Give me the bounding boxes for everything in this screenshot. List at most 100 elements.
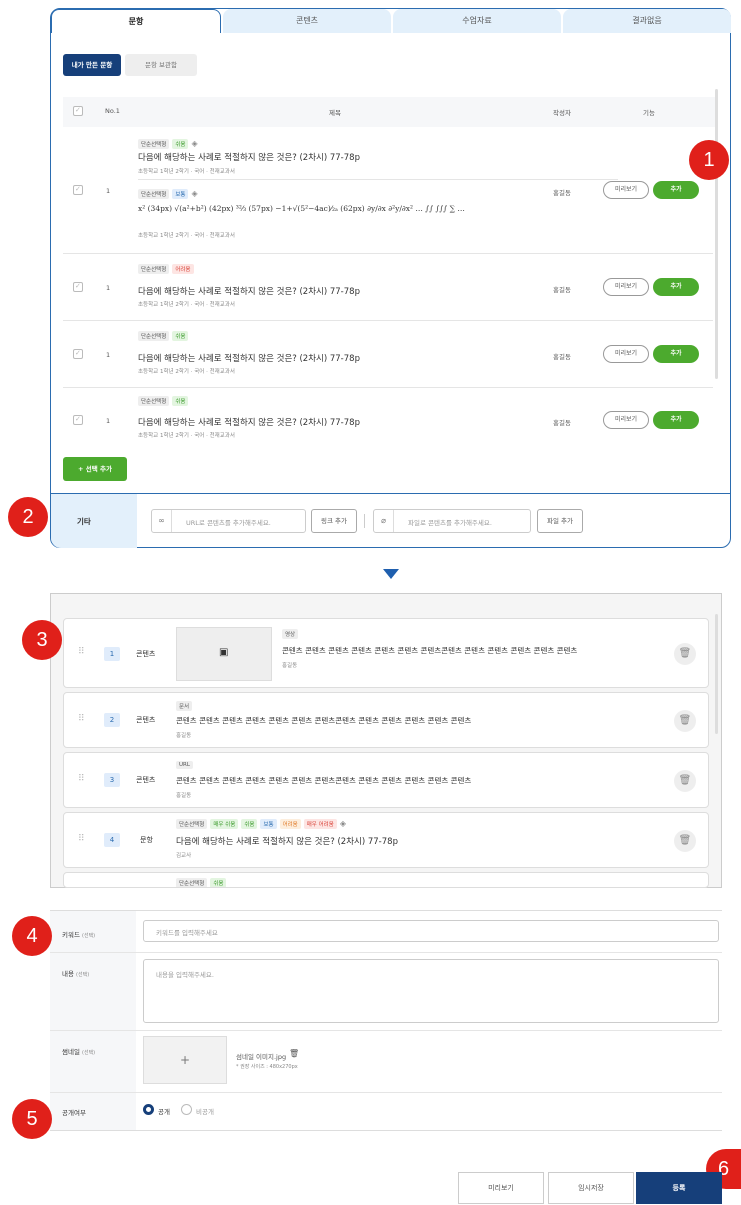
- drag-handle-icon[interactable]: ⠿: [78, 834, 85, 844]
- add-button[interactable]: 추가: [653, 181, 699, 199]
- table-row: 1 단순선택형쉬움 다음에 해당하는 사례로 적절하지 않은 것은? (2차시)…: [63, 388, 713, 450]
- row-number: 1: [106, 351, 111, 359]
- list-item: ⠿ 3 콘텐츠 URL 콘텐츠 콘텐츠 콘텐츠 콘텐츠 콘텐츠 콘텐츠 콘텐츠콘…: [63, 752, 709, 808]
- row-checkbox[interactable]: [73, 185, 83, 195]
- tab-questions[interactable]: 문항: [51, 9, 221, 33]
- add-selected-button[interactable]: + 선택 추가: [63, 457, 127, 481]
- content-author: 홍길동: [176, 733, 192, 739]
- item-number: 1: [104, 647, 120, 661]
- type-badge: 단순선택형: [176, 878, 208, 887]
- question-meta: 초등학교 1학년 2학기 · 국어 · 천재교과서: [138, 233, 235, 239]
- scrollbar[interactable]: [715, 89, 718, 379]
- item-type: 콘텐츠: [136, 650, 156, 658]
- author-name: 홍길동: [553, 286, 571, 294]
- math-formula-preview: x² (34px) √(a²+b²) (42px) ³²⁄₃ (57px) −1…: [138, 204, 465, 213]
- file-add-button[interactable]: 파일 추가: [537, 509, 583, 533]
- preview-button[interactable]: 미리보기: [458, 1172, 544, 1204]
- thumbnail-upload-button[interactable]: +: [143, 1036, 227, 1084]
- content-title: 콘텐츠 콘텐츠 콘텐츠 콘텐츠 콘텐츠 콘텐츠 콘텐츠콘텐츠 콘텐츠 콘텐츠 콘…: [176, 716, 472, 725]
- table-row: 1 단순선택형쉬움◈ 다음에 해당하는 사례로 적절하지 않은 것은? (2차시…: [63, 127, 713, 253]
- trash-icon[interactable]: 🗑: [674, 643, 696, 665]
- url-placeholder: URL로 콘텐츠를 추가해주세요.: [186, 519, 271, 527]
- preview-button[interactable]: 미리보기: [603, 345, 649, 363]
- level-badge: 어려움: [172, 264, 194, 274]
- preview-button[interactable]: 미리보기: [603, 411, 649, 429]
- keyword-placeholder: 키워드를 입력해주세요: [156, 929, 218, 937]
- thumbnail-filename: 섬네일 이미지.jpg: [236, 1053, 287, 1061]
- content-title: 콘텐츠 콘텐츠 콘텐츠 콘텐츠 콘텐츠 콘텐츠 콘텐츠콘텐츠 콘텐츠 콘텐츠 콘…: [176, 776, 472, 785]
- list-item: ⠿ 1 콘텐츠 ▣ 영상 콘텐츠 콘텐츠 콘텐츠 콘텐츠 콘텐츠 콘텐츠 콘텐츠…: [63, 618, 709, 688]
- drag-handle-icon[interactable]: ⠿: [78, 774, 85, 784]
- arrow-down-icon: [383, 569, 399, 579]
- question-title[interactable]: 다음에 해당하는 사례로 적절하지 않은 것은? (2차시) 77-78p: [138, 352, 360, 364]
- added-items-panel: ⠿ 1 콘텐츠 ▣ 영상 콘텐츠 콘텐츠 콘텐츠 콘텐츠 콘텐츠 콘텐츠 콘텐츠…: [50, 593, 722, 888]
- other-label-bg: 기타: [51, 494, 137, 548]
- register-button[interactable]: 등록: [636, 1172, 722, 1204]
- drag-handle-icon[interactable]: ⠿: [78, 714, 85, 724]
- content-textarea[interactable]: 내용을 입력해주세요.: [143, 959, 719, 1023]
- question-storage-button[interactable]: 문항 보관함: [125, 54, 197, 76]
- tab-contents[interactable]: 콘텐츠: [223, 9, 391, 33]
- temp-save-button[interactable]: 임시저장: [548, 1172, 634, 1204]
- level-badge: 매우 쉬움: [210, 819, 239, 829]
- add-button[interactable]: 추가: [653, 278, 699, 296]
- add-button[interactable]: 추가: [653, 345, 699, 363]
- author-name: 홍길동: [553, 353, 571, 361]
- trash-icon[interactable]: 🗑: [674, 830, 696, 852]
- public-radio[interactable]: [143, 1104, 154, 1115]
- content-tag: URL: [176, 761, 193, 769]
- form-label-column: [50, 911, 136, 1130]
- file-input[interactable]: ⌀ 파일로 콘텐츠를 추가해주세요.: [373, 509, 531, 533]
- level-badge: 보통: [172, 189, 189, 199]
- public-label: 공개여부: [62, 1109, 86, 1117]
- list-item: ⠿ 2 콘텐츠 문서 콘텐츠 콘텐츠 콘텐츠 콘텐츠 콘텐츠 콘텐츠 콘텐츠콘텐…: [63, 692, 709, 748]
- row-number: 1: [106, 284, 111, 292]
- layers-icon: ◈: [339, 819, 346, 828]
- table-header: No.1 제목 작성자 기능: [63, 97, 718, 127]
- trash-icon[interactable]: 🗑: [674, 770, 696, 792]
- row-checkbox[interactable]: [73, 349, 83, 359]
- badge-group: 단순선택형 매우 쉬움 쉬움 보통 어려움 매우 어려움 ◈: [176, 819, 346, 829]
- level-badge: 쉬움: [172, 331, 189, 341]
- private-radio[interactable]: [181, 1104, 192, 1115]
- type-badge: 단순선택형: [138, 139, 170, 149]
- preview-button[interactable]: 미리보기: [603, 181, 649, 199]
- question-title: 다음에 해당하는 사례로 적절하지 않은 것은? (2차시) 77-78p: [176, 837, 398, 847]
- keyword-input[interactable]: 키워드를 입력해주세요: [143, 920, 719, 942]
- item-number: 4: [104, 833, 120, 847]
- preview-button[interactable]: 미리보기: [603, 278, 649, 296]
- row-checkbox[interactable]: [73, 415, 83, 425]
- step-marker-4: 4: [12, 916, 52, 956]
- question-meta: 초등학교 1학년 2학기 · 국어 · 천재교과서: [138, 169, 235, 175]
- tab-no-results[interactable]: 결과없음: [563, 9, 731, 33]
- type-badge: 단순선택형: [138, 396, 170, 406]
- level-badge: 쉬움: [172, 396, 189, 406]
- type-badge: 단순선택형: [176, 819, 208, 829]
- add-button[interactable]: 추가: [653, 411, 699, 429]
- trash-icon[interactable]: 🗑: [289, 1049, 299, 1058]
- question-title[interactable]: 다음에 해당하는 사례로 적절하지 않은 것은? (2차시) 77-78p: [138, 285, 360, 297]
- question-title[interactable]: 다음에 해당하는 사례로 적절하지 않은 것은? (2차시) 77-78p: [138, 151, 360, 163]
- item-type: 콘텐츠: [136, 776, 156, 784]
- divider: [364, 514, 365, 528]
- layers-icon: ◈: [191, 189, 198, 198]
- public-radio-label: 공개: [158, 1108, 170, 1116]
- select-all-checkbox[interactable]: [73, 106, 83, 116]
- link-add-button[interactable]: 링크 추가: [311, 509, 357, 533]
- scrollbar[interactable]: [715, 614, 718, 734]
- tab-class-materials[interactable]: 수업자료: [393, 9, 561, 33]
- other-label: 기타: [77, 517, 91, 526]
- step-marker-1: 1: [689, 140, 729, 180]
- item-number: 2: [104, 713, 120, 727]
- url-input[interactable]: ∞ URL로 콘텐츠를 추가해주세요.: [151, 509, 306, 533]
- tab-bar: 문항 콘텐츠 수업자료 결과없음: [51, 9, 731, 33]
- trash-icon[interactable]: 🗑: [674, 710, 696, 732]
- row-checkbox[interactable]: [73, 282, 83, 292]
- link-icon: ∞: [152, 510, 172, 532]
- divider: [50, 1130, 722, 1131]
- question-title[interactable]: 다음에 해당하는 사례로 적절하지 않은 것은? (2차시) 77-78p: [138, 416, 360, 428]
- keyword-label: 키워드 (선택): [62, 931, 96, 939]
- drag-handle-icon[interactable]: ⠿: [78, 647, 85, 657]
- my-questions-button[interactable]: 내가 만든 문항: [63, 54, 121, 76]
- content-author: 홍길동: [176, 793, 192, 799]
